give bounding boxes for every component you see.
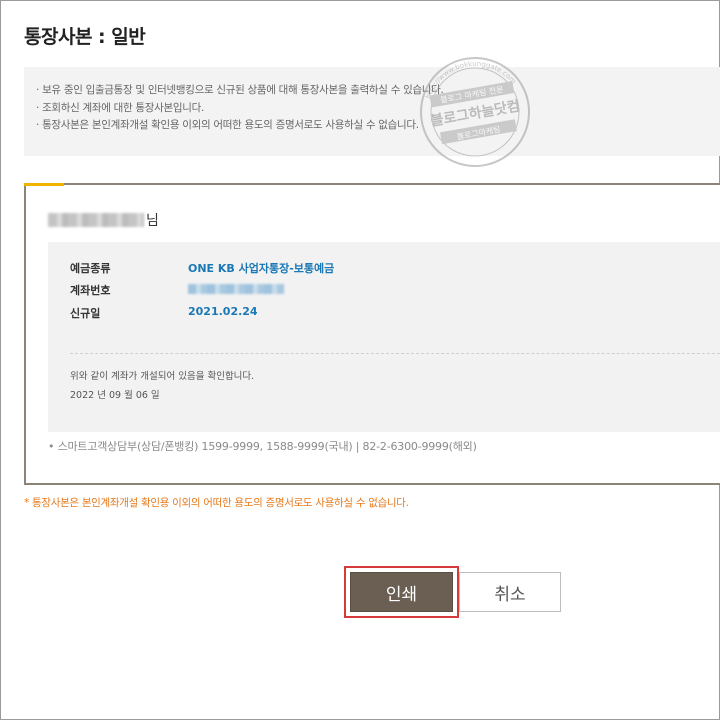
account-number-row: 계좌번호 xyxy=(70,282,284,298)
notice-line: · 통장사본은 본인계좌개설 확인용 이외의 어떠한 용도의 증명서로도 사용하… xyxy=(36,119,419,131)
contact-info: • 스마트고객상담부(상담/폰뱅킹) 1599-9999, 1588-9999(… xyxy=(48,440,477,453)
deposit-type-value: ONE KB 사업자통장-보통예금 xyxy=(188,262,335,275)
account-holder: 님 xyxy=(48,210,159,230)
account-certificate: 님 예금종류 ONE KB 사업자통장-보통예금 계좌번호 신규일 2021.0… xyxy=(24,183,720,485)
confirmation-text: 위와 같이 계좌가 개설되어 있음을 확인합니다. xyxy=(70,371,255,382)
masked-account-number xyxy=(188,284,284,294)
deposit-type-label: 예금종류 xyxy=(70,262,111,275)
open-date-value: 2021.02.24 xyxy=(188,305,258,318)
notice-line: · 보유 중인 입출금통장 및 인터넷뱅킹으로 신규된 상품에 대해 통장사본을… xyxy=(36,84,444,96)
account-info-box: 예금종류 ONE KB 사업자통장-보통예금 계좌번호 신규일 2021.02.… xyxy=(48,242,720,432)
cancel-button[interactable]: 취소 xyxy=(459,572,561,612)
info-divider xyxy=(70,353,720,354)
open-date-label: 신규일 xyxy=(70,307,101,320)
page-title: 통장사본 : 일반 xyxy=(24,26,146,48)
holder-suffix: 님 xyxy=(146,213,159,229)
certificate-accent xyxy=(24,183,64,186)
notice-box: · 보유 중인 입출금통장 및 인터넷뱅킹으로 신규된 상품에 대해 통장사본을… xyxy=(24,67,720,156)
masked-holder-name xyxy=(48,213,144,227)
open-date-row: 신규일 2021.02.24 xyxy=(70,305,258,321)
notice-line: · 조회하신 계좌에 대한 통장사본입니다. xyxy=(36,101,204,114)
account-number-label: 계좌번호 xyxy=(70,284,111,297)
deposit-type-row: 예금종류 ONE KB 사업자통장-보통예금 xyxy=(70,260,334,276)
issue-date: 2022 년 09 월 06 일 xyxy=(70,390,160,401)
print-button[interactable]: 인쇄 xyxy=(350,572,453,612)
usage-warning: * 통장사본은 본인계좌개설 확인용 이외의 어떠한 용도의 증명서로도 사용하… xyxy=(24,497,409,509)
